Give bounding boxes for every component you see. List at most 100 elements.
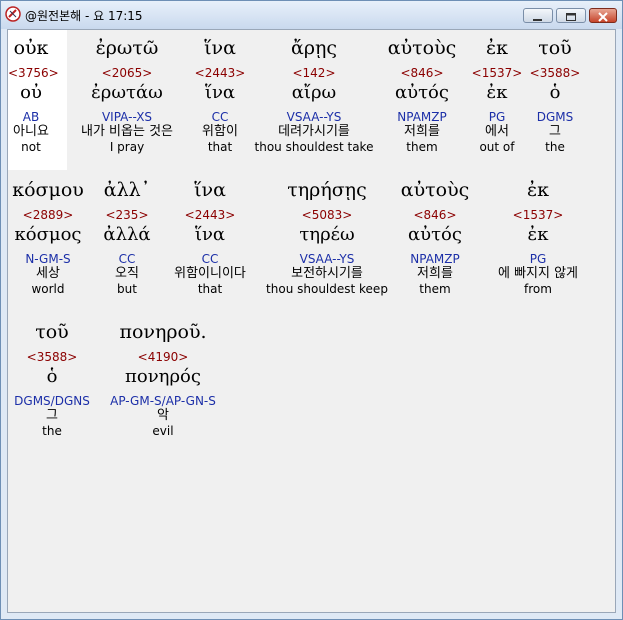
word-cell[interactable]: τοῦ <3588> ὁ DGMS 그 the	[528, 37, 582, 154]
korean-gloss: 내가 비옵는 것은	[81, 124, 173, 139]
english-gloss: not	[21, 140, 41, 154]
parse-code: PG	[529, 252, 547, 266]
english-gloss: that	[197, 282, 223, 296]
english-gloss: them	[419, 282, 451, 296]
parse-code: CC	[211, 110, 229, 124]
parse-code: VSAA--YS	[286, 110, 342, 124]
app-window: @원전본해 - 요 17:15 οὐκ <3756> οὐ AB 아니요 not…	[0, 0, 623, 620]
korean-gloss: 오직	[115, 266, 139, 281]
word-cell[interactable]: ἵνα <2443> ἵνα CC 위함이 that	[188, 37, 252, 154]
strong-number: <1537>	[471, 66, 523, 80]
parse-code: NPAMZP	[397, 110, 447, 124]
greek-word: αὐτοὺς	[387, 37, 457, 59]
english-gloss: but	[117, 282, 137, 296]
greek-word: ἀλλ᾽	[103, 179, 151, 201]
maximize-button[interactable]	[556, 8, 586, 23]
word-cell[interactable]: αὐτοὺς <846> αὐτός NPAMZP 저희를 them	[378, 37, 466, 154]
title-bar[interactable]: @원전본해 - 요 17:15	[1, 1, 622, 29]
english-gloss: thou shouldest take	[254, 140, 374, 154]
korean-gloss: 에서	[485, 124, 509, 139]
parse-code: DGMS/DGNS	[14, 394, 90, 408]
strong-number: <2443>	[184, 208, 236, 222]
minimize-icon	[533, 19, 542, 21]
korean-gloss: 저희를	[417, 266, 453, 281]
parse-code: NPAMZP	[410, 252, 460, 266]
greek-word: ἐκ	[526, 179, 550, 201]
word-cell[interactable]: αὐτοὺς <846> αὐτός NPAMZP 저희를 them	[390, 179, 480, 296]
strong-number: <235>	[105, 208, 149, 222]
korean-gloss: 아니요	[13, 124, 49, 139]
greek-word: ἐρωτῶ	[95, 37, 159, 59]
lemma: αὐτός	[408, 224, 462, 245]
word-cell[interactable]: ἄρῃς <142> αἴρω VSAA--YS 데려가시기를 thou sho…	[254, 37, 374, 154]
lemma: κόσμος	[14, 224, 82, 245]
lemma: ἵνα	[194, 224, 226, 245]
lemma: ἵνα	[204, 82, 236, 103]
english-gloss: world	[31, 282, 65, 296]
parse-code: AP-GM-S/AP-GN-S	[110, 394, 216, 408]
parse-code: CC	[201, 252, 219, 266]
parse-code: VSAA--YS	[299, 252, 355, 266]
word-cell[interactable]: ἐρωτῶ <2065> ἐρωτάω VIPA--XS 내가 비옵는 것은 I…	[67, 37, 187, 154]
korean-gloss: 악	[157, 408, 169, 423]
strong-number: <3588>	[26, 350, 78, 364]
strong-number: <142>	[292, 66, 336, 80]
word-cell[interactable]: ἵνα <2443> ἵνα CC 위함이니이다 that	[162, 179, 258, 296]
lemma: ἐκ	[527, 224, 549, 245]
greek-word: ἵνα	[194, 179, 226, 201]
maximize-icon	[566, 13, 576, 21]
strong-number: <2889>	[22, 208, 74, 222]
lemma: πονηρός	[125, 366, 201, 387]
parse-code: N-GM-S	[25, 252, 71, 266]
lemma: αὐτός	[395, 82, 449, 103]
greek-word: κόσμου	[12, 179, 84, 201]
korean-gloss: 그	[549, 124, 561, 139]
korean-gloss: 보전하시기를	[291, 266, 363, 281]
strong-number: <4190>	[137, 350, 189, 364]
strong-number: <5083>	[301, 208, 353, 222]
greek-word: τοῦ	[35, 321, 69, 343]
word-cell[interactable]: ἀλλ᾽ <235> ἀλλά CC 오직 but	[98, 179, 156, 296]
lemma: ἐρωτάω	[91, 82, 163, 103]
window-title: @원전본해 - 요 17:15	[25, 9, 143, 23]
english-gloss: I pray	[109, 140, 145, 154]
word-cell[interactable]: πονηροῦ. <4190> πονηρός AP-GM-S/AP-GN-S …	[104, 321, 222, 438]
word-cell[interactable]: τοῦ <3588> ὁ DGMS/DGNS 그 the	[8, 321, 96, 438]
strong-number: <846>	[413, 208, 457, 222]
lemma: οὐ	[20, 82, 42, 103]
lemma: τηρέω	[299, 224, 355, 245]
strong-number: <3756>	[8, 66, 59, 80]
greek-word: τηρήσῃς	[287, 179, 367, 201]
strong-number: <1537>	[512, 208, 564, 222]
korean-gloss: 세상	[36, 266, 60, 281]
close-icon	[598, 12, 608, 22]
greek-word: οὐκ	[13, 37, 49, 59]
word-cell[interactable]: ἐκ <1537> ἐκ PG 에서 out of	[470, 37, 524, 154]
english-gloss: thou shouldest keep	[266, 282, 388, 296]
parse-code: DGMS	[536, 110, 574, 124]
close-button[interactable]	[589, 8, 617, 23]
interlinear-panel[interactable]: οὐκ <3756> οὐ AB 아니요 not ἐρωτῶ <2065> ἐρ…	[7, 29, 616, 613]
greek-word: ἵνα	[204, 37, 236, 59]
strong-number: <3588>	[529, 66, 581, 80]
greek-word: ἐκ	[485, 37, 509, 59]
greek-word: ἄρῃς	[290, 37, 338, 59]
lemma: ὁ	[46, 366, 58, 387]
lemma: ὁ	[549, 82, 561, 103]
korean-gloss: 에 빠지지 않게	[497, 266, 579, 281]
english-gloss: that	[207, 140, 233, 154]
korean-gloss: 그	[46, 408, 58, 423]
word-cell[interactable]: κόσμου <2889> κόσμος N-GM-S 세상 world	[8, 179, 88, 296]
english-gloss: the	[545, 140, 565, 154]
strong-number: <2443>	[194, 66, 246, 80]
minimize-button[interactable]	[523, 8, 553, 23]
parse-code: PG	[488, 110, 506, 124]
word-cell[interactable]: τηρήσῃς <5083> τηρέω VSAA--YS 보전하시기를 tho…	[262, 179, 392, 296]
english-gloss: them	[406, 140, 438, 154]
english-gloss: evil	[152, 424, 174, 438]
lemma: ἀλλά	[103, 224, 151, 245]
greek-word: τοῦ	[538, 37, 572, 59]
word-cell[interactable]: ἐκ <1537> ἐκ PG 에 빠지지 않게 from	[484, 179, 592, 296]
lemma: ἐκ	[486, 82, 508, 103]
word-cell[interactable]: οὐκ <3756> οὐ AB 아니요 not	[8, 37, 59, 154]
